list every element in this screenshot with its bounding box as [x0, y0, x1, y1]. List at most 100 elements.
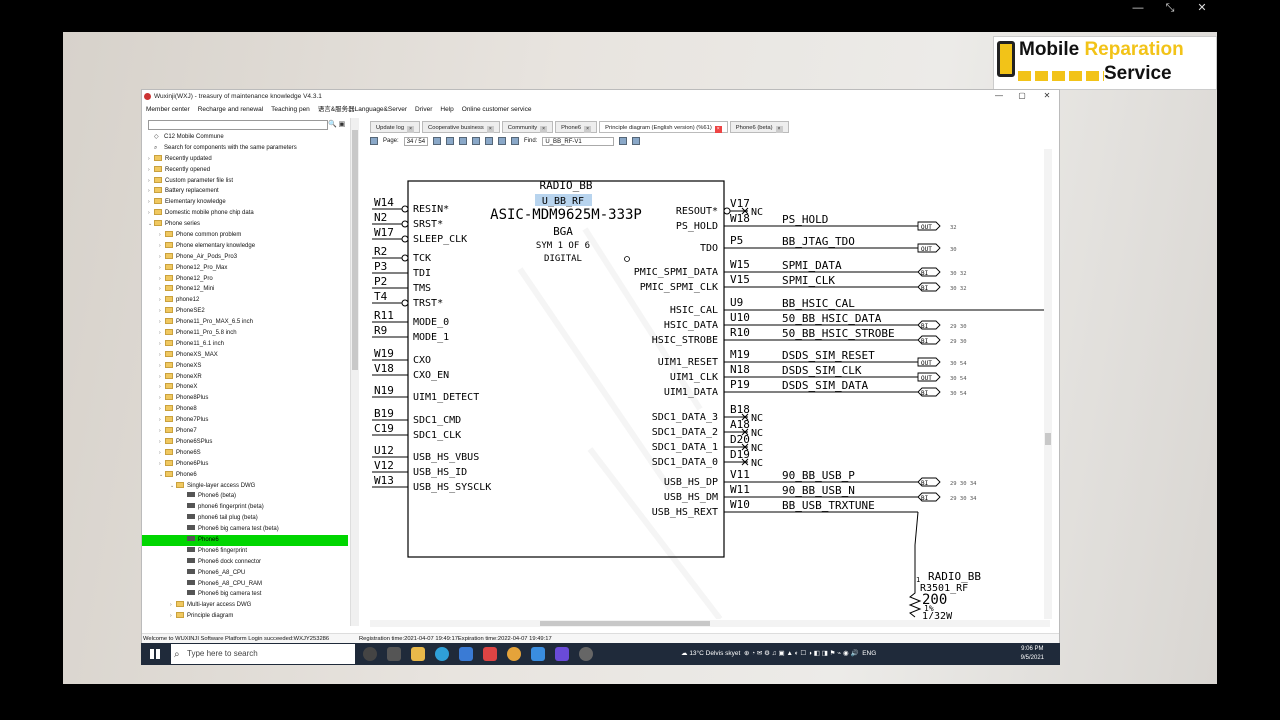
tree-item[interactable]: › Recently updated — [142, 154, 348, 165]
find-options-icon[interactable] — [619, 137, 628, 145]
windows-start-icon[interactable] — [150, 649, 160, 659]
tree-item[interactable]: ◇ C12 Mobile Commune — [142, 132, 348, 143]
tree-item[interactable]: ⌄ Phone series — [142, 219, 348, 230]
canvas-vscroll-thumb[interactable] — [1045, 433, 1051, 445]
canvas-hscroll-thumb[interactable] — [540, 621, 710, 626]
canvas-vscrollbar[interactable] — [1044, 149, 1052, 619]
tree-item[interactable]: › Phone8 — [142, 404, 348, 415]
close-icon[interactable]: × — [540, 126, 548, 133]
window-minimize-button[interactable]: — — [987, 90, 1011, 103]
tree-item[interactable]: › Phone7Plus — [142, 415, 348, 426]
tree-item[interactable]: phone6 fingerprint (beta) — [142, 502, 348, 513]
tree-item[interactable]: › PhoneSE2 — [142, 306, 348, 317]
tree-item[interactable]: › Phone6Plus — [142, 459, 348, 470]
tree-scroll-thumb[interactable] — [352, 130, 358, 370]
tree-item[interactable]: › Multi-layer access DWG — [142, 600, 348, 611]
tree-item[interactable]: › Phone7 — [142, 426, 348, 437]
tree-item[interactable]: Phone6 fingerprint — [142, 546, 348, 557]
tree-item[interactable]: › Domestic mobile phone chip data — [142, 208, 348, 219]
tree-item[interactable]: Phone6_A8_CPU — [142, 568, 348, 579]
print-icon[interactable] — [370, 137, 378, 145]
tab-2[interactable]: Community × — [501, 121, 554, 133]
tree-item[interactable]: › Phone11_6.1 inch — [142, 339, 348, 350]
tree-item[interactable]: › phone12 — [142, 295, 348, 306]
menu-item-5[interactable]: Help — [440, 103, 453, 116]
task-view-icon[interactable] — [387, 647, 401, 661]
clock[interactable]: 9:06 PM 9/5/2021 — [1021, 645, 1044, 663]
tree-search-input[interactable] — [148, 120, 328, 130]
tree-item[interactable]: › Phone11_Pro_5.8 inch — [142, 328, 348, 339]
edge-icon[interactable] — [435, 647, 449, 661]
tab-1[interactable]: Cooperative business × — [422, 121, 500, 133]
zoom-in-icon[interactable] — [498, 137, 507, 145]
tree-item[interactable]: › Phone8Plus — [142, 393, 348, 404]
page-input[interactable]: 34 / 54 — [403, 136, 429, 146]
search-icon[interactable]: 🔍 — [328, 121, 337, 128]
app-icon-gray[interactable] — [579, 647, 593, 661]
last-page-icon[interactable] — [472, 137, 481, 145]
find-search-icon[interactable] — [632, 137, 641, 145]
close-icon[interactable]: × — [775, 126, 783, 133]
tree-item[interactable]: › PhoneXR — [142, 372, 348, 383]
close-icon[interactable]: × — [714, 126, 722, 133]
tree-item[interactable]: › Phone6S — [142, 448, 348, 459]
menu-item-4[interactable]: Driver — [415, 103, 432, 116]
canvas-hscrollbar[interactable] — [370, 620, 1050, 627]
tree-item[interactable]: › Battery replacement — [142, 186, 348, 197]
tree-item[interactable]: › Custom parameter file list — [142, 176, 348, 187]
tree-item[interactable]: Phone6 big camera test (beta) — [142, 524, 348, 535]
tree-item[interactable]: Phone6_A8_CPU_RAM — [142, 579, 348, 590]
tree-item[interactable]: › PhoneXS_MAX — [142, 350, 348, 361]
tree-scrollbar[interactable] — [350, 118, 359, 626]
cortana-icon[interactable] — [363, 647, 377, 661]
close-icon[interactable]: × — [486, 126, 494, 133]
tree-item[interactable]: ⌄ Single-layer access DWG — [142, 481, 348, 492]
language-indicator[interactable]: ENG — [862, 650, 876, 657]
outer-restore-button[interactable]: ⤡ — [1154, 0, 1186, 16]
tree-item[interactable]: Phone6 dock connector — [142, 557, 348, 568]
tree-item[interactable]: › Phone6SPlus — [142, 437, 348, 448]
tree-item[interactable]: ⌕ Search for components with the same par… — [142, 143, 348, 154]
first-page-icon[interactable] — [433, 137, 442, 145]
tree-item[interactable]: › Principle diagram — [142, 611, 348, 622]
tree-item[interactable]: › PhoneXS — [142, 361, 348, 372]
taskbar-search[interactable]: ⌕ Type here to search — [171, 644, 355, 664]
close-icon[interactable]: × — [407, 126, 415, 133]
tree-item[interactable]: › Elementary knowledge — [142, 197, 348, 208]
tree-item[interactable]: › Phone12_Pro — [142, 274, 348, 285]
window-close-button[interactable]: ✕ — [1035, 90, 1059, 103]
tree-item[interactable]: › PhoneX — [142, 382, 348, 393]
tree-item[interactable]: phone6 tail plug (beta) — [142, 513, 348, 524]
menu-item-3[interactable]: 语言&服务器Language&Server — [318, 103, 407, 116]
tree-item[interactable]: › Phone12_Mini — [142, 284, 348, 295]
chrome-icon[interactable] — [507, 647, 521, 661]
close-icon[interactable]: × — [584, 126, 592, 133]
zoom-out-icon[interactable] — [511, 137, 520, 145]
menu-item-1[interactable]: Recharge and renewal — [198, 103, 263, 116]
schematic-canvas[interactable]: RADIO_BB U_BB_RF ASIC-MDM9625M-333P BGA … — [370, 149, 1044, 619]
menu-item-6[interactable]: Online customer service — [462, 103, 532, 116]
menu-item-0[interactable]: Member center — [146, 103, 190, 116]
window-maximize-button[interactable]: ▢ — [1010, 90, 1034, 103]
tree-item[interactable]: › Phone elementary knowledge — [142, 241, 348, 252]
tree-item[interactable]: Phone6 big camera test — [142, 589, 348, 600]
tree-item[interactable]: › Phone12_Pro_Max — [142, 263, 348, 274]
prev-page-icon[interactable] — [446, 137, 455, 145]
tab-0[interactable]: Update log × — [370, 121, 421, 133]
tree-item[interactable]: ⌄ Phone6 — [142, 470, 348, 481]
outer-minimize-button[interactable]: — — [1122, 0, 1154, 16]
fit-icon[interactable] — [485, 137, 494, 145]
app-icon-red[interactable] — [483, 647, 497, 661]
tree-item[interactable]: Phone6 (beta) — [142, 491, 348, 502]
tab-4[interactable]: Principle diagram (English version) (%61… — [599, 121, 728, 133]
store-icon[interactable] — [459, 647, 473, 661]
tree-item[interactable]: › Phone_Air_Pods_Pro3 — [142, 252, 348, 263]
outer-close-button[interactable]: ✕ — [1186, 0, 1218, 16]
wuxinji-icon[interactable] — [555, 647, 569, 661]
tree-item[interactable]: Phone6 — [142, 534, 348, 546]
tree-item[interactable]: › Phone common problem — [142, 230, 348, 241]
tab-5[interactable]: Phone6 (beta) × — [729, 121, 789, 133]
panel-menu-icon[interactable]: ▣ — [339, 121, 346, 128]
find-input[interactable]: U_BB_RF-V1 — [542, 136, 615, 146]
tree-item[interactable]: › Recently opened — [142, 165, 348, 176]
